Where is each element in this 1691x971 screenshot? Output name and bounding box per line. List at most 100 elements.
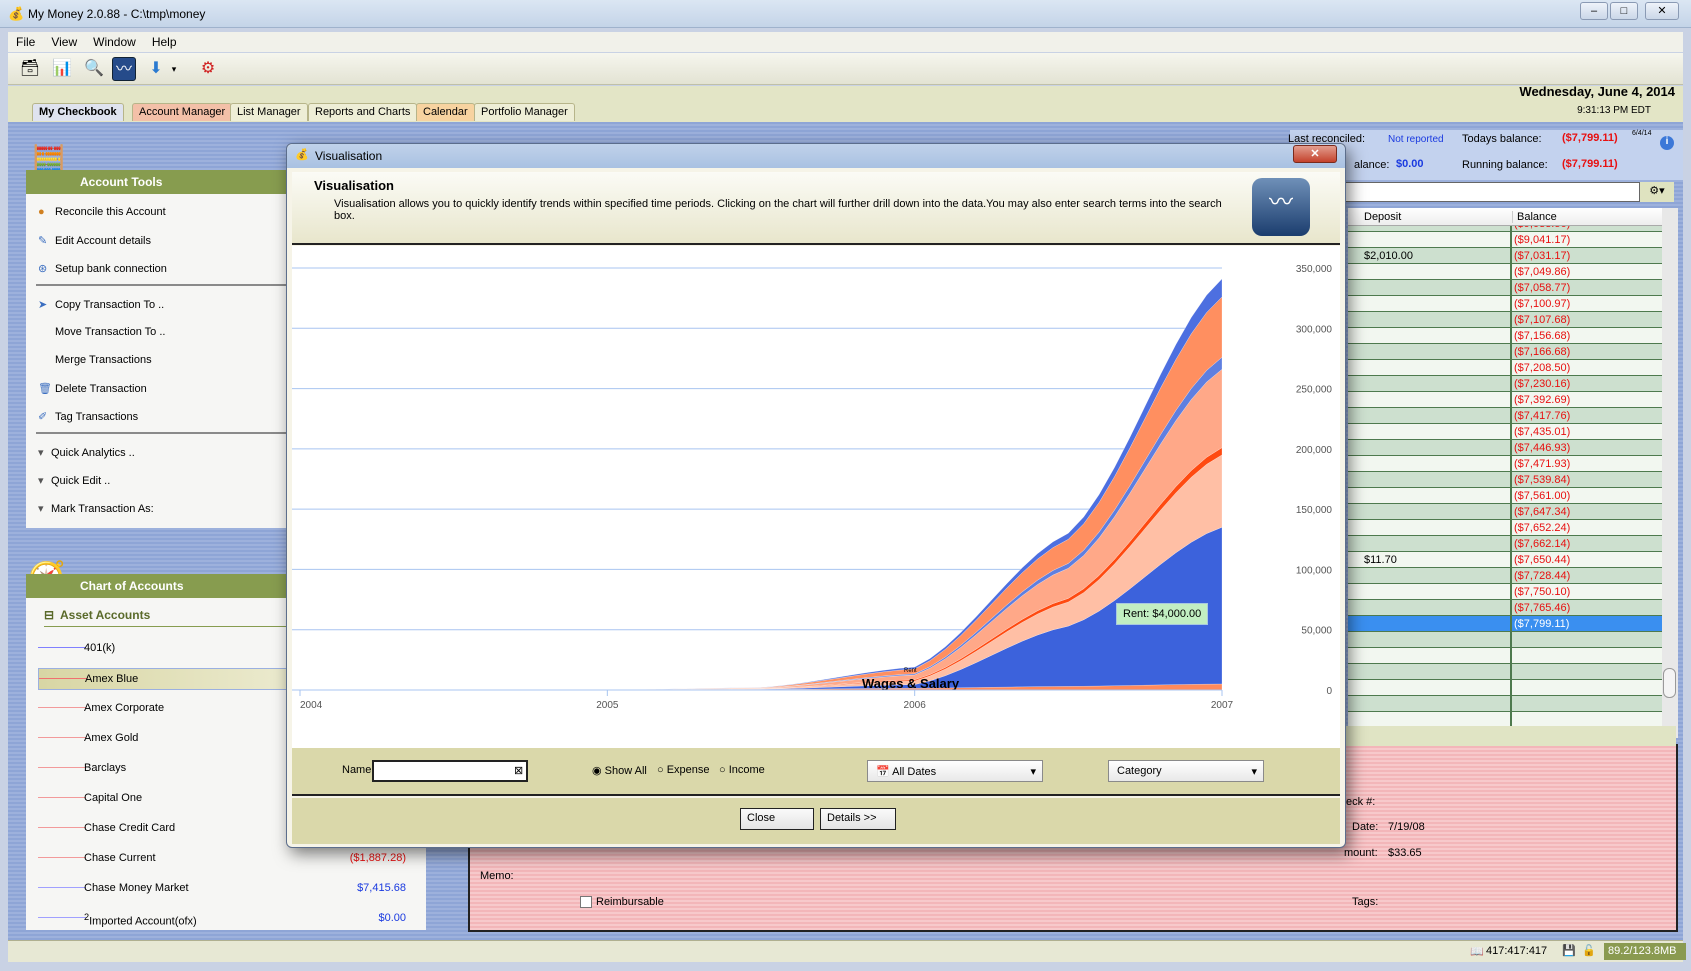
- table-row[interactable]: ($7,539.84): [1348, 472, 1662, 488]
- table-row[interactable]: [1348, 632, 1662, 648]
- tab-portfolio-manager[interactable]: Portfolio Manager: [474, 103, 575, 121]
- table-row[interactable]: ($7,561.00): [1348, 488, 1662, 504]
- mark-transaction-item[interactable]: ▾ Mark Transaction As:: [38, 502, 154, 515]
- table-row[interactable]: ($7,662.14): [1348, 536, 1662, 552]
- table-row[interactable]: ($7,446.93): [1348, 440, 1662, 456]
- settings-icon[interactable]: ⚙: [196, 57, 220, 81]
- edit-account-item[interactable]: ✎ Edit Account details: [38, 234, 151, 247]
- name-search-input[interactable]: [372, 760, 528, 782]
- table-row[interactable]: ($7,156.68): [1348, 328, 1662, 344]
- account-item[interactable]: 2Imported Account(ofx) $0.00: [38, 908, 438, 930]
- collapse-icon[interactable]: ⊟: [44, 608, 54, 622]
- merge-transactions-item[interactable]: Merge Transactions: [55, 354, 152, 366]
- balance-cell: ($7,208.50): [1514, 362, 1571, 374]
- account-name: Amex Corporate: [84, 702, 165, 714]
- table-row[interactable]: ($7,417.76): [1348, 408, 1662, 424]
- tab-list-manager[interactable]: List Manager: [230, 103, 308, 121]
- bank-connection-item[interactable]: ⊛ Setup bank connection: [38, 262, 167, 275]
- search-icon[interactable]: 🔍: [82, 57, 106, 81]
- table-row[interactable]: ($9,041.17): [1348, 232, 1662, 248]
- reconcile-icon[interactable]: 📊: [50, 57, 74, 81]
- table-row[interactable]: ($7,166.68): [1348, 344, 1662, 360]
- maximize-button[interactable]: □: [1610, 2, 1638, 20]
- table-row[interactable]: ($7,100.97): [1348, 296, 1662, 312]
- quick-analytics-item[interactable]: ▾ Quick Analytics ..: [38, 446, 135, 459]
- search-input[interactable]: [1340, 182, 1640, 202]
- grid-scrollbar[interactable]: [1662, 208, 1678, 738]
- category-dropdown[interactable]: Category ▾: [1108, 760, 1264, 782]
- menu-view[interactable]: View: [43, 32, 85, 52]
- table-row[interactable]: ($7,392.69): [1348, 392, 1662, 408]
- tab-my-checkbook[interactable]: My Checkbook: [32, 103, 124, 121]
- download-icon[interactable]: ⬇: [144, 57, 168, 81]
- dialog-close-button[interactable]: ✕: [1293, 145, 1337, 163]
- table-row[interactable]: $2,010.00 ($7,031.17): [1348, 248, 1662, 264]
- table-row[interactable]: [1348, 648, 1662, 664]
- open-icon[interactable]: 🗃: [18, 57, 42, 81]
- stacked-area-chart[interactable]: 0 50,000 100,000 150,000 200,000 250,000 300,0…: [292, 246, 1340, 748]
- table-row[interactable]: ($7,765.46): [1348, 600, 1662, 616]
- clear-search-icon[interactable]: ⊠: [514, 764, 523, 777]
- pencil-icon: ✎: [38, 235, 48, 247]
- scrollbar-thumb[interactable]: [1663, 668, 1676, 698]
- menu-window[interactable]: Window: [85, 32, 144, 52]
- table-row[interactable]: [1348, 664, 1662, 680]
- account-item[interactable]: Chase Current ($1,887.28): [38, 848, 438, 870]
- minimize-button[interactable]: –: [1580, 2, 1608, 20]
- table-row[interactable]: ($7,647.34): [1348, 504, 1662, 520]
- reconcile-item[interactable]: ● Reconcile this Account: [38, 206, 166, 218]
- column-deposit[interactable]: Deposit: [1364, 211, 1401, 223]
- table-row[interactable]: ($7,799.11): [1348, 616, 1662, 632]
- chevron-down-icon[interactable]: ▾: [168, 57, 180, 81]
- chart-icon[interactable]: 〰: [112, 57, 136, 81]
- chart-area[interactable]: 0 50,000 100,000 150,000 200,000 250,000 300,0…: [292, 246, 1340, 748]
- table-row[interactable]: ($7,107.68): [1348, 312, 1662, 328]
- table-row[interactable]: ($7,750.10): [1348, 584, 1662, 600]
- tab-calendar[interactable]: Calendar: [416, 103, 475, 121]
- delete-transaction-item[interactable]: 🗑 Delete Transaction: [38, 382, 147, 395]
- account-item[interactable]: Amex Blue: [38, 668, 298, 690]
- date-range-dropdown[interactable]: 📅 All Dates ▾: [867, 760, 1043, 782]
- table-row[interactable]: ($7,230.16): [1348, 376, 1662, 392]
- quick-edit-item[interactable]: ▾ Quick Edit ..: [38, 474, 110, 487]
- table-row[interactable]: ($7,435.01): [1348, 424, 1662, 440]
- table-row[interactable]: [1348, 696, 1662, 712]
- copy-transaction-item[interactable]: ➤ Copy Transaction To ..: [38, 298, 164, 311]
- lock-icon: 🔓: [1582, 945, 1596, 957]
- table-row[interactable]: ($7,652.24): [1348, 520, 1662, 536]
- amount-label: mount:: [1344, 847, 1378, 859]
- table-row[interactable]: ($7,049.86): [1348, 264, 1662, 280]
- close-button[interactable]: Close: [740, 808, 814, 830]
- dialog-header: Visualisation Visualisation allows you t…: [292, 172, 1340, 245]
- date-value[interactable]: 7/19/08: [1388, 821, 1425, 833]
- table-row[interactable]: $11.70 ($7,650.44): [1348, 552, 1662, 568]
- tag-transactions-item[interactable]: ✐ Tag Transactions: [38, 410, 138, 423]
- move-transaction-item[interactable]: Move Transaction To ..: [55, 326, 165, 338]
- menu-help[interactable]: Help: [144, 32, 185, 52]
- table-row[interactable]: ($7,208.50): [1348, 360, 1662, 376]
- account-name: Amex Blue: [85, 673, 139, 685]
- save-icon[interactable]: 💾: [1562, 944, 1576, 957]
- info-icon[interactable]: i: [1660, 136, 1674, 150]
- table-row[interactable]: ($7,058.77): [1348, 280, 1662, 296]
- account-name: Chase Credit Card: [84, 822, 176, 834]
- table-row[interactable]: [1348, 680, 1662, 696]
- close-window-button[interactable]: ✕: [1645, 2, 1679, 20]
- column-balance[interactable]: Balance: [1512, 211, 1557, 223]
- sparkline: [38, 917, 86, 918]
- search-options-icon[interactable]: ⚙▾: [1640, 182, 1674, 202]
- details-button[interactable]: Details >>: [820, 808, 896, 830]
- filter-income[interactable]: ○ Income: [719, 764, 765, 776]
- reimbursable-checkbox[interactable]: [580, 896, 592, 908]
- filter-show-all[interactable]: ◉ Show All: [592, 764, 647, 777]
- tab-reports-and-charts[interactable]: Reports and Charts: [308, 103, 418, 121]
- table-row[interactable]: ($7,728.44): [1348, 568, 1662, 584]
- sparkline: [38, 767, 86, 768]
- amount-value[interactable]: $33.65: [1388, 847, 1422, 859]
- table-row[interactable]: ($7,471.93): [1348, 456, 1662, 472]
- y-tick-label: 200,000: [1296, 445, 1333, 456]
- tab-account-manager[interactable]: Account Manager: [132, 103, 233, 121]
- menu-file[interactable]: File: [8, 32, 43, 52]
- filter-expense[interactable]: ○ Expense: [657, 764, 710, 776]
- account-item[interactable]: Chase Money Market $7,415.68: [38, 878, 438, 900]
